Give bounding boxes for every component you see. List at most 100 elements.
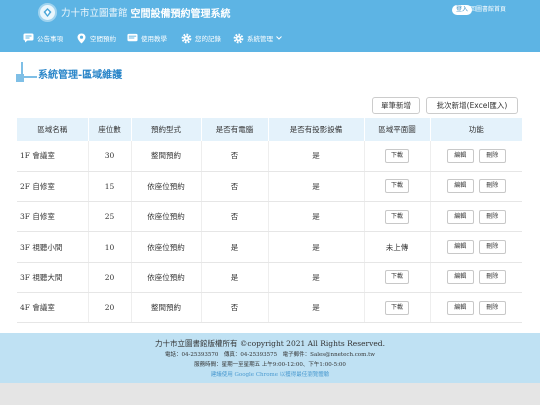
table-row: 1F 會議室 30 整間預約 否 是 下載 編輯 刪除 <box>17 141 522 172</box>
area-name: 3F 視聽大間 <box>17 262 89 293</box>
delete-button[interactable]: 刪除 <box>478 209 506 224</box>
has-computer: 是 <box>201 231 269 263</box>
footer-browser-note: 建議使用 Google Chrome 以獲得最佳瀏覽體驗 <box>210 372 330 378</box>
download-floorplan-button[interactable]: 下載 <box>384 148 409 163</box>
seat-count: 25 <box>88 201 132 233</box>
delete-button[interactable]: 刪除 <box>478 240 506 255</box>
area-name: 1F 會議室 <box>17 141 89 172</box>
batch-add-excel-button[interactable]: 批次新增(Excel匯入) <box>426 97 518 114</box>
column-header-computer: 是否有電腦 <box>201 118 269 141</box>
booking-type: 依座位預約 <box>131 262 202 293</box>
download-floorplan-button[interactable]: 下載 <box>384 300 409 315</box>
footer-contact: 電話：04-25393570 傳真：04-25393575 電子郵件：Sales… <box>164 352 376 358</box>
seat-count: 20 <box>88 262 132 293</box>
floorplan-cell: 下載 <box>364 262 431 293</box>
table-row: 2F 自修室 15 依座位預約 否 是 下載 編輯 刪除 <box>17 171 522 203</box>
announcement-icon <box>23 33 34 44</box>
main-nav: 公告事項 空間預約 使用教學 您的記錄 系統管理 <box>0 30 540 46</box>
delete-button[interactable]: 刪除 <box>478 148 506 163</box>
booking-type: 依座位預約 <box>131 231 202 263</box>
header-bar: 力十市立圖書館 空間設備預約管理系統 登入 回圖書館首頁 公告事項 空間預約 使… <box>0 0 540 52</box>
page-title: 系統管理-區域維護 <box>38 70 123 81</box>
table-row: 4F 會議室 20 整間預約 否 是 下載 編輯 刪除 <box>17 292 522 324</box>
column-header-projector: 是否有投影設備 <box>268 118 365 141</box>
column-header-functions: 功能 <box>430 118 522 141</box>
seat-count: 20 <box>88 292 132 324</box>
download-floorplan-button[interactable]: 下載 <box>384 270 409 285</box>
nav-item-your-records[interactable]: 您的記錄 <box>181 30 221 46</box>
actions-cell: 編輯 刪除 <box>430 201 522 233</box>
floorplan-cell: 下載 <box>364 171 431 203</box>
has-computer: 否 <box>201 292 269 324</box>
edit-button[interactable]: 編輯 <box>446 209 474 224</box>
actions-cell: 編輯 刪除 <box>430 171 522 203</box>
nav-label: 使用教學 <box>141 35 167 43</box>
login-button[interactable]: 登入 <box>452 5 473 15</box>
footer-service-hours: 服務時間：星期一至星期五 上午9:00-12:00、下午1:00-5:00 <box>194 362 346 368</box>
booking-type: 依座位預約 <box>131 201 202 233</box>
area-table: 區域名稱 座位數 預約型式 是否有電腦 是否有投影設備 區域平面圖 功能 1F … <box>17 118 522 324</box>
delete-button[interactable]: 刪除 <box>478 300 506 315</box>
column-header-floorplan: 區域平面圖 <box>364 118 431 141</box>
has-projector: 是 <box>268 171 365 203</box>
area-name: 2F 自修室 <box>17 171 89 203</box>
nav-label: 公告事項 <box>37 35 63 43</box>
edit-button[interactable]: 編輯 <box>446 270 474 285</box>
column-header-booking-type: 預約型式 <box>131 118 202 141</box>
library-name: 力十市立圖書館 <box>61 8 128 19</box>
actions-cell: 編輯 刪除 <box>430 262 522 293</box>
nav-item-tutorial[interactable]: 使用教學 <box>127 30 167 46</box>
area-name: 3F 視聽小間 <box>17 231 89 263</box>
floorplan-cell: 下載 <box>364 141 431 172</box>
floorplan-status: 未上傳 <box>364 231 431 263</box>
edit-button[interactable]: 編輯 <box>446 240 474 255</box>
edit-button[interactable]: 編輯 <box>446 148 474 163</box>
has-computer: 是 <box>201 262 269 293</box>
table-row: 3F 視聽大間 20 依座位預約 是 是 下載 編輯 刪除 <box>17 262 522 293</box>
floorplan-cell: 下載 <box>364 201 431 233</box>
nav-item-system-admin[interactable]: 系統管理 <box>233 30 282 46</box>
has-projector: 是 <box>268 231 365 263</box>
booking-type: 依座位預約 <box>131 171 202 203</box>
has-projector: 是 <box>268 141 365 172</box>
table-row: 3F 視聽小間 10 依座位預約 是 是 未上傳 編輯 刪除 <box>17 231 522 263</box>
location-pin-icon <box>76 33 87 44</box>
chevron-down-icon <box>276 34 282 42</box>
footer-copyright: 力十市立圖書館版權所有 ©copyright 2021 All Rights R… <box>155 339 385 348</box>
area-name: 3F 自修室 <box>17 201 89 233</box>
floorplan-cell: 下載 <box>364 292 431 324</box>
edit-button[interactable]: 編輯 <box>446 179 474 194</box>
nav-item-announcements[interactable]: 公告事項 <box>23 30 63 46</box>
seat-count: 15 <box>88 171 132 203</box>
edit-button[interactable]: 編輯 <box>446 300 474 315</box>
delete-button[interactable]: 刪除 <box>478 270 506 285</box>
seat-count: 10 <box>88 231 132 263</box>
page: 力十市立圖書館 空間設備預約管理系統 登入 回圖書館首頁 公告事項 空間預約 使… <box>0 0 540 405</box>
library-home-link[interactable]: 回圖書館首頁 <box>470 5 506 15</box>
gear-icon <box>233 33 244 44</box>
nav-item-space-booking[interactable]: 空間預約 <box>76 30 116 46</box>
has-computer: 否 <box>201 141 269 172</box>
single-add-button[interactable]: 單筆新增 <box>372 97 420 114</box>
download-floorplan-button[interactable]: 下載 <box>384 179 409 194</box>
has-projector: 是 <box>268 201 365 233</box>
has-projector: 是 <box>268 262 365 293</box>
booking-type: 整間預約 <box>131 141 202 172</box>
has-computer: 否 <box>201 171 269 203</box>
page-bottom-area <box>0 383 540 405</box>
download-floorplan-button[interactable]: 下載 <box>384 209 409 224</box>
nav-label: 您的記錄 <box>195 35 221 43</box>
actions-cell: 編輯 刪除 <box>430 141 522 172</box>
footer: 力十市立圖書館版權所有 ©copyright 2021 All Rights R… <box>0 333 540 383</box>
actions-cell: 編輯 刪除 <box>430 231 522 263</box>
brand[interactable]: 力十市立圖書館 空間設備預約管理系統 <box>38 2 231 22</box>
actions-cell: 編輯 刪除 <box>430 292 522 324</box>
gear-icon <box>181 33 192 44</box>
system-name: 空間設備預約管理系統 <box>130 8 231 20</box>
seat-count: 30 <box>88 141 132 172</box>
booking-type: 整間預約 <box>131 292 202 324</box>
table-row: 3F 自修室 25 依座位預約 否 是 下載 編輯 刪除 <box>17 201 522 233</box>
column-header-seats: 座位數 <box>88 118 132 141</box>
delete-button[interactable]: 刪除 <box>478 179 506 194</box>
tutorial-icon <box>127 33 138 44</box>
